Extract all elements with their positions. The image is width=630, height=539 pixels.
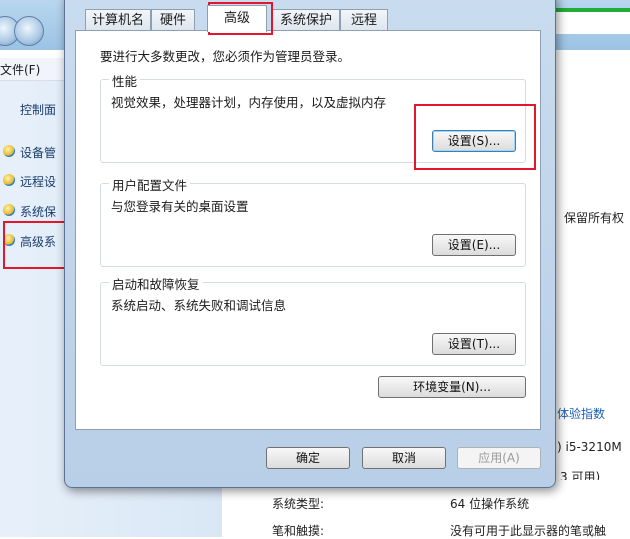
- bg-system-info: 系统类型: 64 位操作系统 笔和触摸: 没有可用于此显示器的笔或触: [222, 480, 630, 538]
- shield-icon: [3, 204, 15, 216]
- apply-button[interactable]: 应用(A): [457, 447, 541, 469]
- cancel-button[interactable]: 取消: [362, 447, 446, 469]
- shield-icon: [3, 145, 15, 157]
- sidebar-item-device-manager[interactable]: 设备管: [3, 144, 56, 161]
- tab-remote[interactable]: 远程: [340, 9, 388, 31]
- startup-recovery-desc: 系统启动、系统失败和调试信息: [111, 298, 287, 313]
- bg-address-bar[interactable]: [555, 8, 630, 34]
- sidebar-item-system-protection[interactable]: 系统保: [3, 203, 56, 220]
- sidebar-item-advanced-system-settings[interactable]: 高级系: [3, 233, 56, 250]
- address-progress: [556, 8, 630, 12]
- performance-settings-button[interactable]: 设置(S)...: [432, 130, 516, 152]
- menu-file[interactable]: 文件(F): [0, 61, 40, 78]
- bg-cpu-text: ) i5-3210M: [557, 440, 622, 454]
- advanced-tab-panel: 要进行大多数更改，您必须作为管理员登录。 性能 视觉效果，处理器计划，内存使用，…: [75, 30, 541, 430]
- sidebar-item-remote-settings[interactable]: 远程设: [3, 173, 56, 190]
- environment-variables-button[interactable]: 环境变量(N)...: [378, 376, 526, 398]
- bg-menu-bar: 文件(F): [0, 58, 70, 81]
- forward-arrow-icon[interactable]: [14, 16, 44, 46]
- sidebar-control-panel-home[interactable]: 控制面: [20, 101, 56, 118]
- pen-touch-label: 笔和触摸:: [272, 524, 325, 538]
- performance-group: 性能 视觉效果，处理器计划，内存使用，以及虚拟内存 设置(S)...: [100, 71, 526, 163]
- system-type-label: 系统类型:: [272, 497, 325, 511]
- startup-recovery-group: 启动和故障恢复 系统启动、系统失败和调试信息 设置(T)...: [100, 274, 526, 366]
- startup-recovery-settings-button[interactable]: 设置(T)...: [432, 333, 516, 355]
- tab-advanced[interactable]: 高级: [207, 5, 267, 32]
- shield-icon: [3, 174, 15, 186]
- tab-hardware[interactable]: 硬件: [151, 9, 195, 31]
- startup-recovery-title: 启动和故障恢复: [109, 274, 203, 293]
- system-properties-dialog: 计算机名 硬件 高级 系统保护 远程 要进行大多数更改，您必须作为管理员登录。 …: [64, 0, 556, 488]
- tab-system-protection[interactable]: 系统保护: [272, 9, 340, 31]
- user-profiles-settings-button[interactable]: 设置(E)...: [432, 234, 516, 256]
- shield-icon: [3, 234, 15, 246]
- bg-rights-text: 保留所有权: [564, 211, 625, 225]
- admin-notice: 要进行大多数更改，您必须作为管理员登录。: [100, 49, 351, 64]
- user-profiles-desc: 与您登录有关的桌面设置: [111, 199, 249, 214]
- performance-desc: 视觉效果，处理器计划，内存使用，以及虚拟内存: [111, 95, 387, 110]
- ok-button[interactable]: 确定: [266, 447, 350, 469]
- user-profiles-title: 用户配置文件: [109, 175, 191, 194]
- performance-title: 性能: [109, 71, 141, 90]
- user-profiles-group: 用户配置文件 与您登录有关的桌面设置 设置(E)...: [100, 175, 526, 267]
- tab-computer-name[interactable]: 计算机名: [85, 9, 151, 31]
- nav-buttons: [0, 16, 60, 46]
- system-type-value: 64 位操作系统: [450, 497, 530, 511]
- bg-experience-index-link[interactable]: 体验指数: [557, 405, 605, 422]
- pen-touch-value: 没有可用于此显示器的笔或触: [450, 524, 607, 538]
- tab-strip: 计算机名 硬件 高级 系统保护 远程: [85, 1, 535, 32]
